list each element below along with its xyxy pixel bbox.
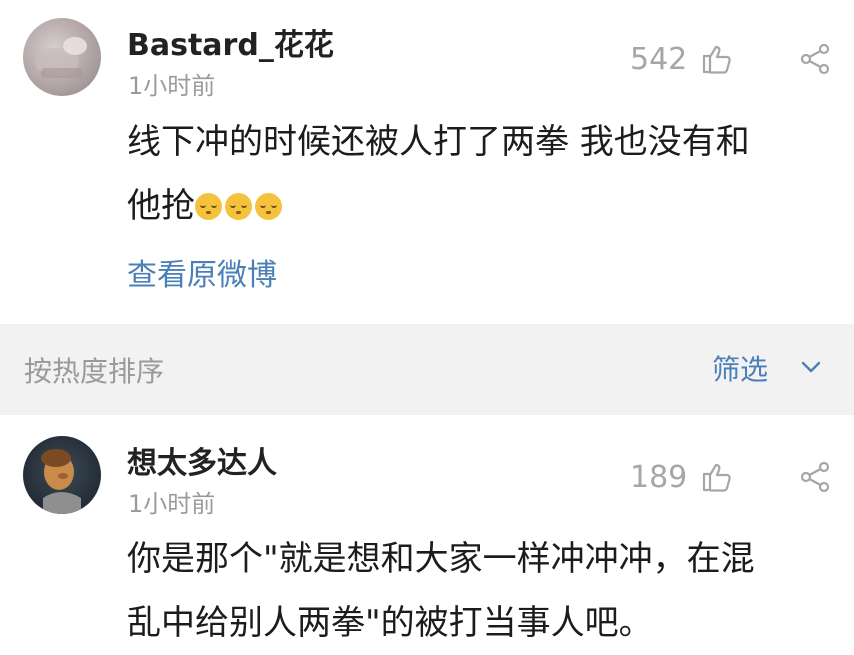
flushed-face-emoji [225, 193, 252, 220]
username[interactable]: 想太多达人 [127, 438, 277, 482]
avatar[interactable] [23, 18, 101, 96]
comment-text-line: 线下冲的时候还被人打了两拳 我也没有和 [127, 122, 750, 162]
username[interactable]: Bastard_花花 [127, 20, 334, 64]
chevron-down-icon [798, 354, 824, 384]
comment-text-line: 你是那个"就是想和大家一样冲冲冲，在混 [127, 539, 755, 579]
timestamp: 1小时前 [128, 490, 216, 518]
share-icon[interactable] [798, 42, 832, 80]
flushed-face-emoji [255, 193, 282, 220]
like-count: 542 [630, 42, 688, 77]
comment-text-line: 乱中给别人两拳"的被打当事人吧。 [127, 603, 653, 643]
timestamp: 1小时前 [128, 72, 216, 100]
avatar[interactable] [23, 436, 101, 514]
like-count: 189 [630, 460, 688, 495]
thumbs-up-icon[interactable] [700, 460, 734, 498]
thumbs-up-icon[interactable] [700, 42, 734, 80]
comment-text: 你是那个"就是想和大家一样冲冲冲，在混 乱中给别人两拳"的被打当事人吧。 [127, 527, 755, 655]
comment-text: 线下冲的时候还被人打了两拳 我也没有和 他抢 [127, 110, 750, 238]
comment-text-line: 他抢 [127, 174, 750, 238]
sort-by-hotness[interactable]: 按热度排序 [24, 350, 164, 390]
avatar-image [35, 37, 87, 78]
share-icon[interactable] [798, 460, 832, 498]
sort-bar: 按热度排序 筛选 [0, 324, 854, 415]
flushed-face-emoji [195, 193, 222, 220]
filter-button[interactable]: 筛选 [712, 348, 821, 388]
comment-text-fragment: 他抢 [127, 186, 195, 226]
view-original-link[interactable]: 查看原微博 [127, 250, 277, 294]
avatar-image [41, 449, 81, 514]
filter-label: 筛选 [712, 353, 769, 386]
